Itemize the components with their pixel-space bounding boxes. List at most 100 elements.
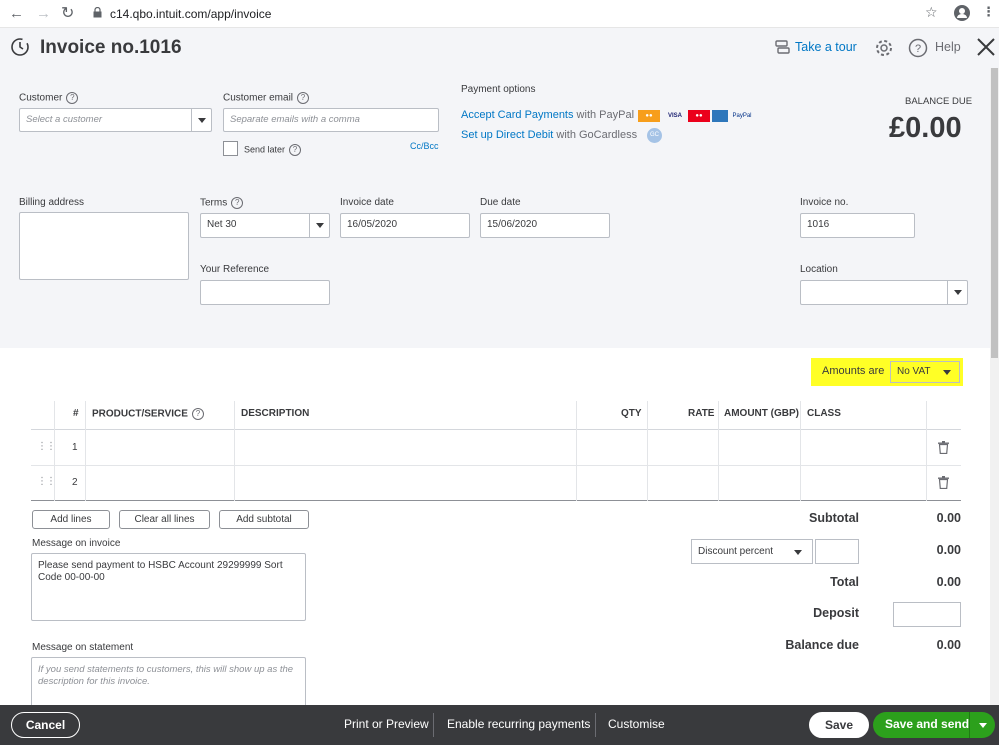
balance-due-total-value: 0.00	[936, 638, 961, 652]
invoice-header: Invoice no.1016 Take a tour ? Help	[0, 28, 999, 68]
payment-options-title: Payment options	[461, 84, 536, 95]
terms-select[interactable]: Net 30	[200, 213, 330, 238]
footer-action-bar: Cancel Print or Preview Enable recurring…	[0, 705, 999, 745]
scrollbar-thumb[interactable]	[991, 68, 998, 358]
history-clock-icon[interactable]	[10, 37, 30, 57]
col-divider	[647, 401, 648, 501]
message-invoice-label: Message on invoice	[32, 538, 121, 549]
bookmark-star-icon[interactable]: ☆	[925, 4, 938, 21]
col-divider	[926, 401, 927, 501]
location-select[interactable]	[800, 280, 968, 305]
discount-value: 0.00	[936, 543, 961, 557]
send-later-checkbox[interactable]	[223, 141, 238, 156]
col-header-class: CLASS	[807, 408, 841, 419]
drag-handle-icon[interactable]: ⋮⋮	[37, 476, 56, 487]
accept-card-payments-link[interactable]: Accept Card Payments	[461, 109, 574, 121]
drag-handle-icon[interactable]: ⋮⋮	[37, 441, 56, 452]
total-value: 0.00	[936, 575, 961, 589]
browser-bar: ← → ↻ c14.qbo.intuit.com/app/invoice ☆ ⋮	[0, 0, 999, 28]
chevron-down-icon[interactable]	[191, 109, 211, 131]
balance-due-total-label: Balance due	[785, 638, 859, 652]
invoice-date-field[interactable]: 16/05/2020	[340, 213, 470, 238]
deposit-input[interactable]	[893, 602, 961, 627]
profile-avatar-icon[interactable]	[954, 5, 970, 21]
svg-text:?: ?	[915, 43, 921, 55]
invoice-no-field[interactable]: 1016	[800, 213, 915, 238]
page-scrollbar[interactable]	[990, 68, 999, 705]
chevron-down-icon[interactable]	[794, 550, 802, 555]
col-header-rate: RATE	[688, 408, 715, 419]
cancel-button[interactable]: Cancel	[11, 712, 80, 738]
cc-bcc-link[interactable]: Cc/Bcc	[410, 141, 439, 151]
help-label[interactable]: Help	[935, 40, 961, 54]
customer-email-field[interactable]: Separate emails with a comma	[223, 108, 439, 132]
trash-icon[interactable]	[938, 476, 949, 489]
billing-address-label: Billing address	[19, 197, 85, 208]
footer-divider	[595, 713, 596, 737]
forward-arrow-icon[interactable]: →	[36, 5, 51, 22]
product-info-icon[interactable]: ?	[191, 408, 204, 420]
address-bar-url[interactable]: c14.qbo.intuit.com/app/invoice	[110, 7, 271, 21]
chevron-down-icon[interactable]	[943, 370, 951, 375]
close-icon[interactable]	[975, 36, 997, 58]
back-arrow-icon[interactable]: ←	[9, 5, 24, 22]
add-subtotal-button[interactable]: Add subtotal	[219, 510, 309, 529]
tour-icon[interactable]	[774, 39, 791, 56]
col-divider	[85, 401, 86, 501]
enable-recurring-link[interactable]: Enable recurring payments	[447, 717, 590, 731]
settings-gear-icon[interactable]	[874, 38, 894, 58]
take-a-tour-link[interactable]: Take a tour	[795, 40, 857, 54]
due-date-field[interactable]: 15/06/2020	[480, 213, 610, 238]
row-number: 1	[72, 442, 78, 453]
col-header-description: DESCRIPTION	[241, 408, 310, 419]
visa-icon: VISA	[667, 113, 682, 119]
message-invoice-field[interactable]: Please send payment to HSBC Account 2929…	[31, 553, 306, 621]
discount-input[interactable]	[815, 539, 859, 564]
amounts-are-select[interactable]: No VAT	[890, 361, 960, 383]
split-divider	[969, 712, 970, 738]
message-statement-label: Message on statement	[32, 642, 134, 653]
direct-debit-link[interactable]: Set up Direct Debit	[461, 129, 553, 141]
add-lines-button[interactable]: Add lines	[32, 510, 110, 529]
col-divider	[234, 401, 235, 501]
deposit-label: Deposit	[813, 606, 859, 620]
mastercard-icon: ●●	[638, 110, 660, 122]
total-label: Total	[830, 575, 859, 589]
customer-info-icon[interactable]: ?	[66, 92, 79, 104]
send-later-info-icon[interactable]: ?	[289, 144, 302, 156]
billing-address-field[interactable]	[19, 212, 189, 280]
customise-link[interactable]: Customise	[608, 717, 665, 731]
direct-debit-row: Set up Direct Debit with GoCardless	[461, 129, 638, 141]
terms-info-icon[interactable]: ?	[231, 197, 244, 209]
chevron-down-icon[interactable]	[979, 723, 987, 728]
reload-icon[interactable]: ↻	[61, 3, 74, 23]
save-and-send-button[interactable]: Save and send	[873, 712, 995, 738]
help-icon[interactable]: ?	[908, 38, 928, 58]
invoice-date-label: Invoice date	[340, 197, 394, 208]
col-divider	[800, 401, 801, 501]
message-statement-field[interactable]: If you send statements to customers, thi…	[31, 657, 306, 707]
table-bottom-border	[31, 500, 961, 501]
your-reference-label: Your Reference	[200, 264, 270, 275]
customer-select[interactable]: Select a customer	[19, 108, 212, 132]
email-info-icon[interactable]: ?	[297, 92, 310, 104]
col-header-amount: AMOUNT (GBP)	[724, 408, 799, 419]
save-button[interactable]: Save	[809, 712, 869, 738]
footer-divider	[433, 713, 434, 737]
gocardless-icon: GC	[647, 128, 662, 143]
terms-label: Terms?	[200, 197, 244, 209]
clear-all-lines-button[interactable]: Clear all lines	[119, 510, 210, 529]
chevron-down-icon[interactable]	[947, 281, 967, 304]
col-header-num: #	[73, 408, 79, 419]
print-preview-link[interactable]: Print or Preview	[344, 717, 429, 731]
col-header-product: PRODUCT/SERVICE?	[92, 408, 204, 420]
due-date-label: Due date	[480, 197, 521, 208]
discount-type-select[interactable]: Discount percent	[691, 539, 813, 564]
browser-menu-icon[interactable]: ⋮	[982, 4, 995, 20]
chevron-down-icon[interactable]	[309, 214, 329, 237]
row-number: 2	[72, 477, 78, 488]
row-divider	[31, 465, 961, 466]
trash-icon[interactable]	[938, 441, 949, 454]
invoice-no-label: Invoice no.	[800, 197, 849, 208]
your-reference-field[interactable]	[200, 280, 330, 305]
